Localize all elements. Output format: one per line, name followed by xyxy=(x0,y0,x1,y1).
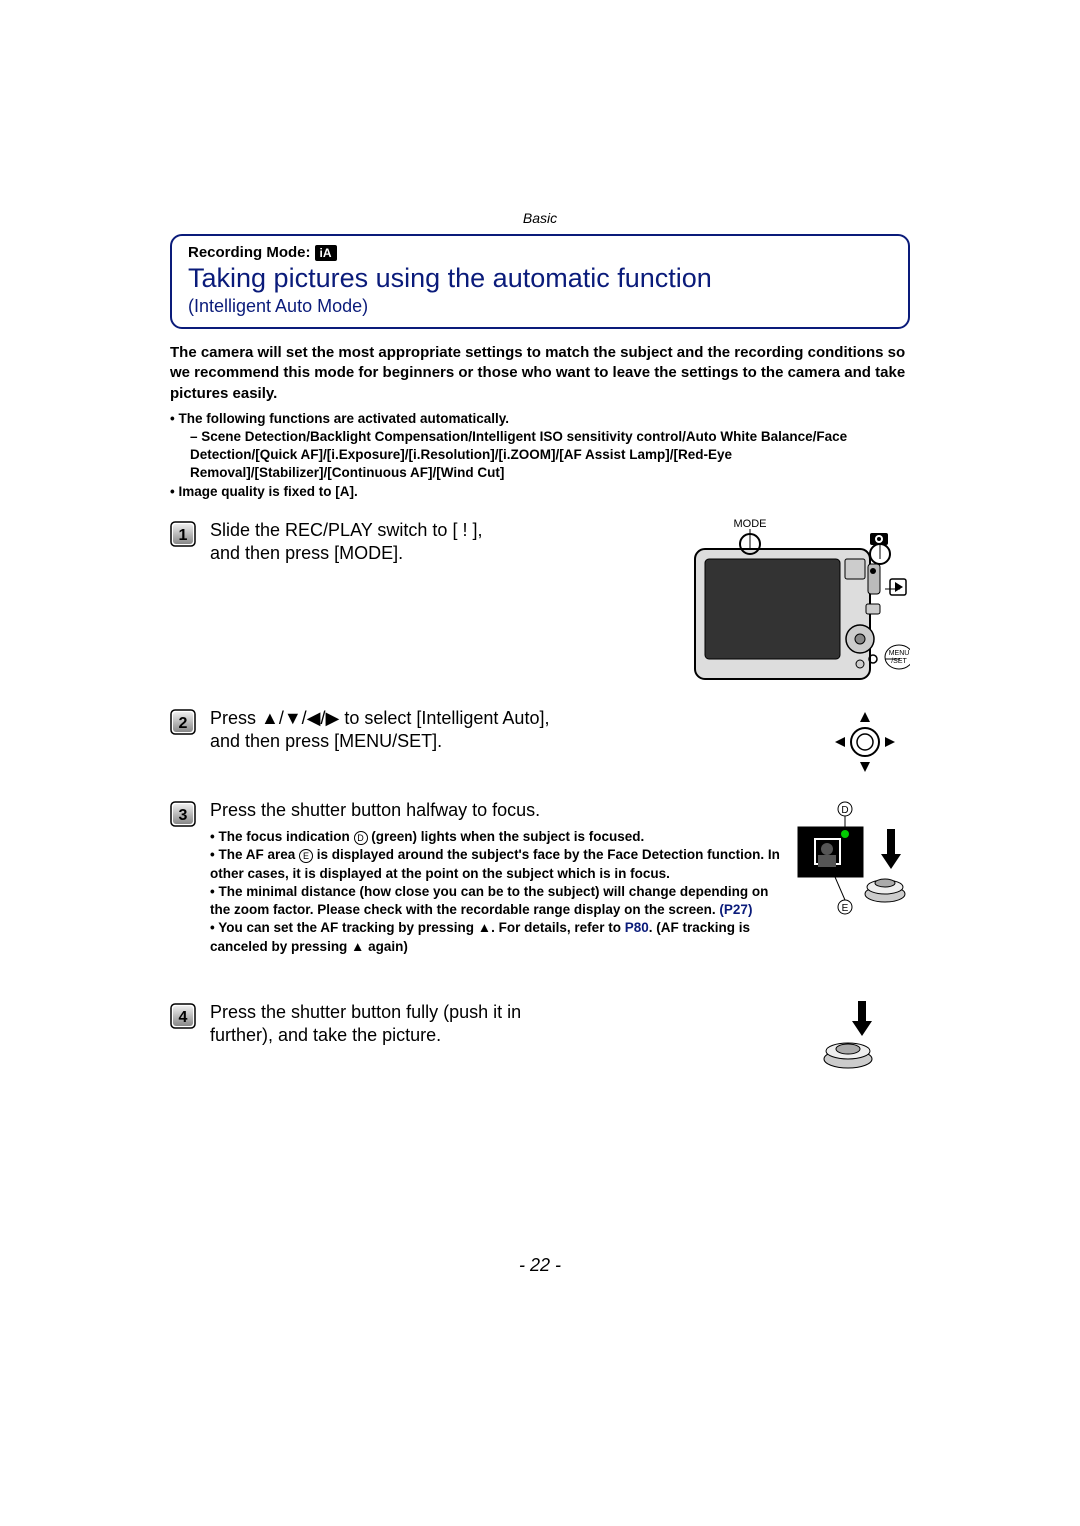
step-4-body: Press the shutter button fully (push it … xyxy=(210,1001,810,1048)
section-header: Basic xyxy=(170,210,910,226)
step-2: 2 Press ▲/▼/◀/▶ to select [Intelligent A… xyxy=(170,707,910,781)
step-2-text: Press ▲/▼/◀/▶ to select [Intelligent Aut… xyxy=(210,707,810,754)
step-3: 3 Press the shutter button halfway to fo… xyxy=(170,799,910,983)
title-box: Recording Mode: iA Taking pictures using… xyxy=(170,234,910,329)
mode-label: MODE xyxy=(734,519,767,530)
svg-text:2: 2 xyxy=(179,715,188,732)
step-3-text: Press the shutter button halfway to focu… xyxy=(210,799,780,822)
step-2-body: Press ▲/▼/◀/▶ to select [Intelligent Aut… xyxy=(210,707,810,754)
step-3-note-3: The minimal distance (how close you can … xyxy=(210,883,780,919)
recording-mode-row: Recording Mode: iA xyxy=(188,244,892,261)
intelligent-auto-icon: iA xyxy=(315,245,337,261)
menu-set-label: MENU /SET xyxy=(885,645,910,669)
ref-p27[interactable]: (P27) xyxy=(719,902,752,917)
callout-e-icon: E xyxy=(299,849,313,863)
step-number-4-icon: 4 xyxy=(170,1003,196,1029)
svg-text:3: 3 xyxy=(179,807,188,824)
camera-illustration: MODE MENU /SET xyxy=(690,519,910,689)
step-number-1-icon: 1 xyxy=(170,521,196,547)
svg-text:E: E xyxy=(842,903,849,914)
step-2-figure xyxy=(820,707,910,781)
step-3-body: Press the shutter button halfway to focu… xyxy=(210,799,780,956)
step-3-note-2: The AF area E is displayed around the su… xyxy=(210,846,780,882)
svg-text:1: 1 xyxy=(179,527,188,544)
bullet-quality: Image quality is fixed to [A]. xyxy=(170,483,910,501)
dpad-icon xyxy=(830,707,900,777)
step-1-text: Slide the REC/PLAY switch to [ ! ], and … xyxy=(210,519,680,566)
step-number-3-icon: 3 xyxy=(170,801,196,827)
step-3-figure: D E xyxy=(790,799,910,983)
ref-p80[interactable]: P80 xyxy=(625,920,649,935)
step-4-text: Press the shutter button fully (push it … xyxy=(210,1001,810,1048)
page-subtitle: (Intelligent Auto Mode) xyxy=(188,296,892,317)
recording-mode-label: Recording Mode: xyxy=(188,244,311,261)
step-1-figure: MODE MENU /SET xyxy=(690,519,910,689)
focus-illustration: D E xyxy=(790,799,910,979)
feature-bullets: The following functions are activated au… xyxy=(170,410,910,501)
step-4-figure xyxy=(820,1001,910,1075)
svg-text:4: 4 xyxy=(179,1009,188,1026)
callout-d-icon: D xyxy=(354,831,368,845)
bullet-auto: The following functions are activated au… xyxy=(170,410,910,483)
step-1-body: Slide the REC/PLAY switch to [ ! ], and … xyxy=(210,519,680,566)
step-3-note-1: The focus indication D (green) lights wh… xyxy=(210,828,780,846)
svg-text:D: D xyxy=(841,805,848,816)
page-number: - 22 - xyxy=(0,1255,1080,1276)
svg-text:MENU: MENU xyxy=(889,650,910,657)
bullet-auto-sub: Scene Detection/Backlight Compensation/I… xyxy=(170,428,910,483)
svg-text:/SET: /SET xyxy=(891,658,907,665)
step-3-note-4: You can set the AF tracking by pressing … xyxy=(210,919,780,955)
step-3-notes: The focus indication D (green) lights wh… xyxy=(210,828,780,956)
play-icon xyxy=(890,579,906,595)
shutter-full-press-icon xyxy=(820,1001,880,1071)
step-number-2-icon: 2 xyxy=(170,709,196,735)
page-title: Taking pictures using the automatic func… xyxy=(188,263,892,294)
step-4: 4 Press the shutter button fully (push i… xyxy=(170,1001,910,1075)
intro-paragraph: The camera will set the most appropriate… xyxy=(170,343,910,404)
manual-page: Basic Recording Mode: iA Taking pictures… xyxy=(0,0,1080,1526)
step-1: 1 Slide the REC/PLAY switch to [ ! ], an… xyxy=(170,519,910,689)
